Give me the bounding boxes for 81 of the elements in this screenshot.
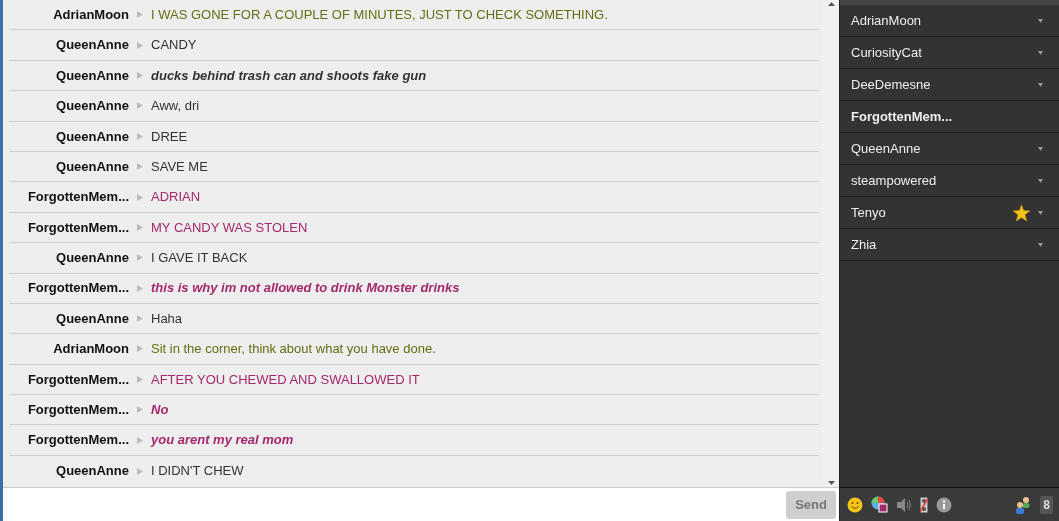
user-name: steampowered: [851, 171, 938, 190]
triangle-icon: [137, 375, 143, 383]
message-text: SAVE ME: [151, 157, 208, 176]
message-text: I DIDN'T CHEW: [151, 462, 244, 481]
message-text: CANDY: [151, 36, 197, 55]
message-author[interactable]: QueenAnne: [9, 35, 129, 55]
user-name: QueenAnne: [851, 139, 922, 158]
triangle-icon: [137, 163, 143, 171]
traffic-light-icon[interactable]: [920, 496, 928, 513]
smiley-icon[interactable]: [847, 496, 863, 513]
message-author[interactable]: QueenAnne: [9, 96, 129, 116]
message-author[interactable]: QueenAnne: [9, 65, 129, 86]
triangle-icon: [137, 193, 143, 201]
message-author[interactable]: QueenAnne: [9, 248, 129, 268]
triangle-icon: [137, 254, 143, 262]
caret-icon[interactable]: [1038, 82, 1043, 87]
scroll-down-icon[interactable]: [827, 481, 835, 485]
message-author[interactable]: AdrianMoon: [9, 339, 129, 359]
user-list-item[interactable]: Zhia: [840, 229, 1059, 261]
user-name: CuriosityCat: [851, 43, 923, 62]
triangle-icon: [137, 132, 143, 140]
message-author[interactable]: ForgottenMem...: [9, 278, 129, 298]
user-list-item[interactable]: DeeDemesne: [840, 69, 1059, 101]
message-author[interactable]: QueenAnne: [9, 461, 129, 481]
triangle-icon: [137, 436, 143, 444]
message-text: ADRIAN: [151, 188, 201, 207]
message-author[interactable]: ForgottenMem...: [9, 187, 129, 207]
star-icon: [1013, 204, 1030, 221]
message-author[interactable]: ForgottenMem...: [9, 430, 129, 450]
user-list-item[interactable]: Tenyo: [840, 197, 1059, 229]
caret-icon[interactable]: [1038, 18, 1043, 23]
caret-icon[interactable]: [1038, 178, 1043, 183]
triangle-icon: [137, 345, 143, 353]
user-name: Zhia: [851, 235, 878, 254]
message-text: ducks behind trash can and shoots fake gun: [151, 66, 427, 85]
message-author[interactable]: ForgottenMem...: [9, 369, 129, 390]
message-author[interactable]: QueenAnne: [9, 156, 129, 177]
message-author[interactable]: ForgottenMem...: [9, 400, 129, 420]
user-list-item[interactable]: ForgottenMem...: [840, 101, 1059, 133]
message-text: you arent my real mom: [151, 431, 294, 450]
triangle-icon: [137, 102, 143, 110]
speaker-icon[interactable]: [896, 497, 912, 512]
message-text: I WAS GONE FOR A COUPLE OF MINUTES, JUST TO CHECK SOMETHING.: [151, 5, 608, 24]
user-list-item[interactable]: steampowered: [840, 165, 1059, 197]
message-author[interactable]: QueenAnne: [9, 308, 129, 329]
triangle-icon: [137, 315, 143, 323]
caret-icon[interactable]: [1038, 210, 1043, 215]
message-text: this is why im not allowed to drink Monster drinks: [151, 279, 460, 298]
triangle-icon: [137, 406, 143, 414]
user-list-item[interactable]: CuriosityCat: [840, 37, 1059, 69]
color-wheel-icon[interactable]: [871, 496, 888, 513]
scroll-up-icon[interactable]: [827, 2, 835, 6]
message-text: Aww, dri: [151, 97, 200, 116]
message-text: AFTER YOU CHEWED AND SWALLOWED IT: [151, 370, 420, 389]
triangle-icon: [137, 284, 143, 292]
info-icon[interactable]: [936, 496, 952, 513]
message-author[interactable]: QueenAnne: [9, 126, 129, 146]
message-text: Haha: [151, 309, 183, 328]
caret-icon[interactable]: [1038, 50, 1043, 55]
user-name: ForgottenMem...: [851, 107, 954, 126]
triangle-icon: [137, 467, 143, 475]
caret-icon[interactable]: [1038, 242, 1043, 247]
users-icon[interactable]: [1014, 495, 1033, 514]
message-text: Sit in the corner, think about what you have done.: [151, 340, 436, 359]
triangle-icon: [137, 11, 143, 19]
message-text: No: [151, 401, 169, 419]
user-count: 8: [1040, 495, 1053, 514]
triangle-icon: [137, 71, 143, 79]
user-list-item[interactable]: AdrianMoon: [840, 5, 1059, 37]
user-name: AdrianMoon: [851, 11, 923, 30]
message-author[interactable]: ForgottenMem...: [9, 217, 129, 238]
message-text: MY CANDY WAS STOLEN: [151, 218, 308, 237]
message-text: I GAVE IT BACK: [151, 249, 248, 268]
user-name: DeeDemesne: [851, 75, 932, 94]
user-list-item[interactable]: QueenAnne: [840, 133, 1059, 165]
caret-icon[interactable]: [1038, 146, 1043, 151]
user-name: Tenyo: [851, 203, 887, 222]
message-author[interactable]: AdrianMoon: [9, 4, 129, 25]
triangle-icon: [137, 41, 143, 49]
triangle-icon: [137, 223, 143, 231]
message-text: DREE: [151, 127, 188, 146]
